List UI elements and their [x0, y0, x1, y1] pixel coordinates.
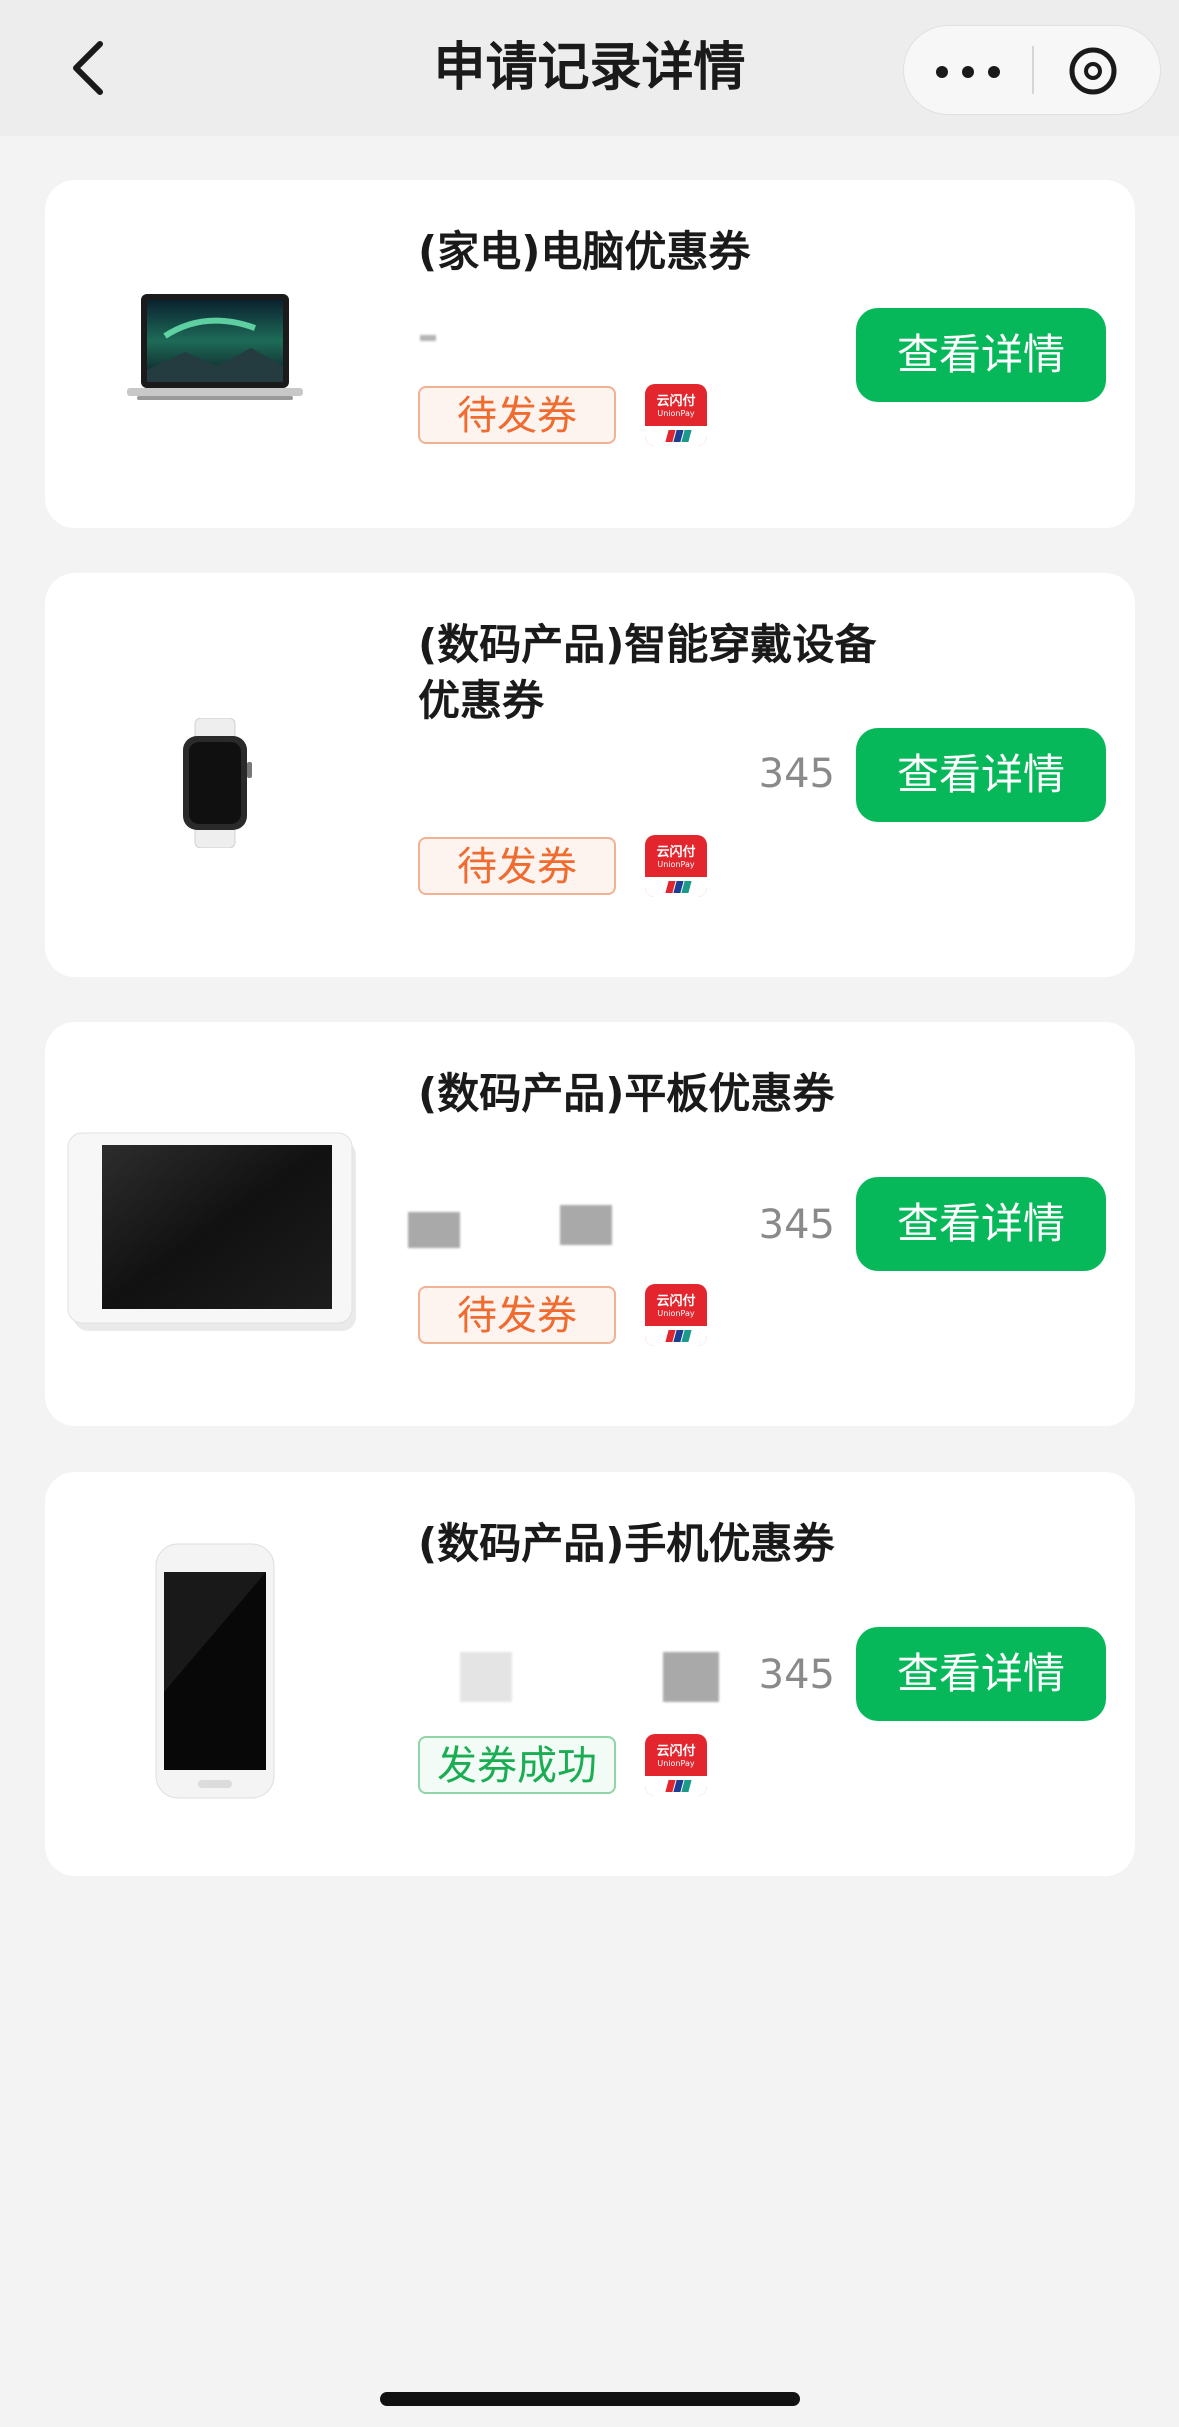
product-title: (数码产品)手机优惠券	[418, 1519, 835, 1568]
view-details-button[interactable]: 查看详情	[856, 308, 1106, 402]
list-item: (数码产品)智能穿戴设备优惠券 345 待发券 云闪付 UnionPay 查看详…	[45, 573, 1135, 977]
status-badge: 待发券	[418, 1286, 616, 1344]
masked-number: 345	[758, 751, 835, 797]
laptop-image	[127, 294, 303, 400]
masked-info	[460, 1652, 512, 1702]
masked-info	[420, 335, 436, 341]
product-title: (家电)电脑优惠券	[418, 227, 751, 276]
status-badge: 待发券	[418, 837, 616, 895]
masked-number: 345	[758, 1202, 835, 1248]
mini-program-capsule	[903, 25, 1161, 115]
masked-info	[560, 1205, 612, 1245]
list-item: (数码产品)平板优惠券 345 待发券 云闪付 UnionPay 查看详情	[45, 1022, 1135, 1426]
status-badge: 发券成功	[418, 1736, 616, 1794]
capsule-divider	[1032, 46, 1034, 94]
unionpay-logo-icon: 云闪付 UnionPay	[645, 384, 707, 446]
more-dots-icon[interactable]	[904, 26, 1032, 114]
status-badge: 待发券	[418, 386, 616, 444]
list-item: (数码产品)手机优惠券 345 发券成功 云闪付 UnionPay 查看详情	[45, 1472, 1135, 1876]
smartwatch-image	[183, 718, 252, 848]
unionpay-logo-icon: 云闪付 UnionPay	[645, 1284, 707, 1346]
list-item: (家电)电脑优惠券 待发券 云闪付 UnionPay 查看详情	[45, 180, 1135, 528]
home-indicator[interactable]	[380, 2392, 800, 2406]
view-details-button[interactable]: 查看详情	[856, 1627, 1106, 1721]
close-circle-icon[interactable]	[1068, 46, 1118, 96]
unionpay-logo-icon: 云闪付 UnionPay	[645, 1734, 707, 1796]
view-details-button[interactable]: 查看详情	[856, 1177, 1106, 1271]
unionpay-logo-icon: 云闪付 UnionPay	[645, 835, 707, 897]
product-title: (数码产品)平板优惠券	[418, 1069, 835, 1118]
navigation-bar: 申请记录详情	[0, 0, 1179, 136]
product-title: (数码产品)智能穿戴设备优惠券	[418, 620, 877, 725]
masked-number: 345	[758, 1652, 835, 1698]
phone-image	[155, 1543, 275, 1799]
view-details-button[interactable]: 查看详情	[856, 728, 1106, 822]
masked-info	[408, 1212, 460, 1248]
tablet-image	[67, 1132, 356, 1331]
